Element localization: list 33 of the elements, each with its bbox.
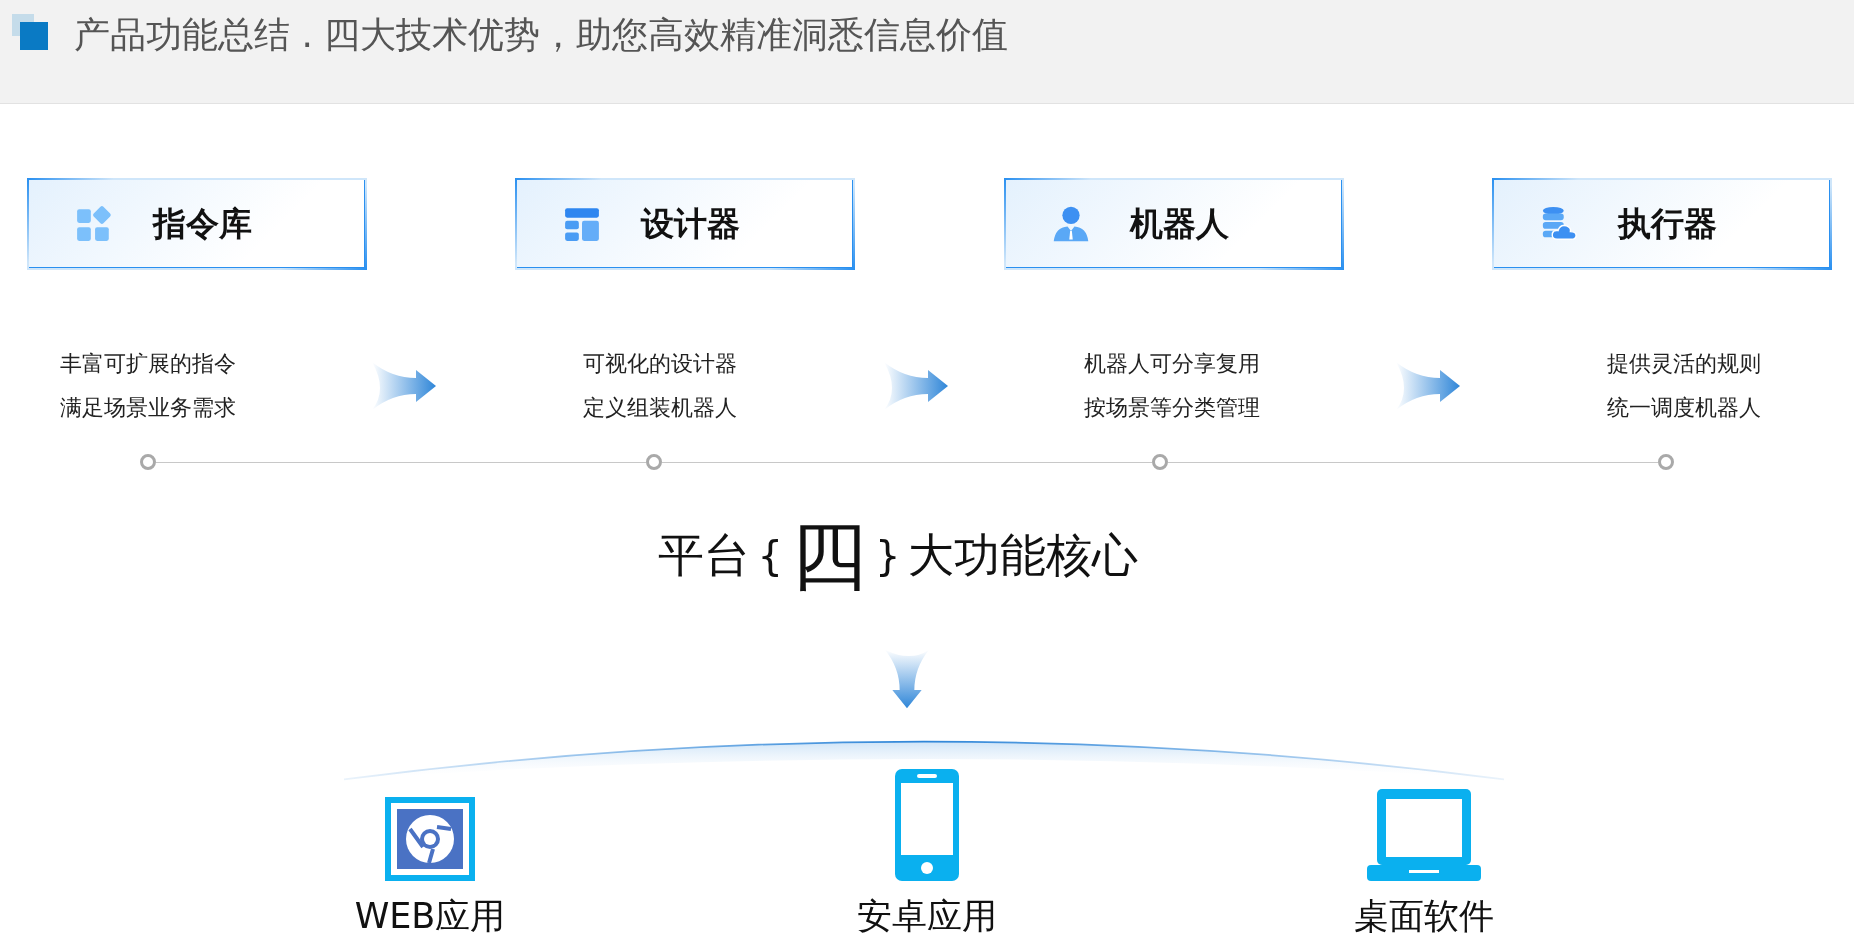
- feature-description: 可视化的设计器: [583, 350, 737, 378]
- feature-title: 设计器: [641, 202, 741, 245]
- timeline-dot: [1152, 454, 1168, 470]
- user-icon: [1051, 205, 1090, 243]
- timeline-dot: [1658, 454, 1674, 470]
- feature-description: 按场景等分类管理: [1084, 394, 1260, 422]
- down-arrow-icon: [885, 649, 929, 709]
- squares-icon: [12, 14, 48, 50]
- feature-description: 满足场景业务需求: [60, 394, 236, 422]
- phone-icon: [895, 769, 959, 881]
- laptop-icon: [1367, 789, 1481, 881]
- timeline-dot: [646, 454, 662, 470]
- feature-title: 指令库: [153, 202, 252, 245]
- browser-icon: [385, 797, 475, 881]
- grid-icon: [75, 205, 113, 243]
- platform-label: 桌面软件: [1354, 895, 1494, 938]
- right-arrow-icon: [372, 362, 436, 410]
- platform-label: WEB应用: [354, 895, 506, 938]
- page-title: 产品功能总结 . 四大技术优势，助您高效精准洞悉信息价值: [74, 13, 1009, 57]
- feature-description: 定义组装机器人: [583, 394, 737, 422]
- database-cloud-icon: [1540, 205, 1578, 243]
- right-arrow-icon: [1396, 362, 1460, 410]
- feature-title: 机器人: [1129, 202, 1229, 245]
- feature-description: 统一调度机器人: [1607, 394, 1761, 422]
- right-arrow-icon: [884, 362, 948, 410]
- feature-description: 提供灵活的规则: [1607, 350, 1761, 378]
- feature-description: 机器人可分享复用: [1084, 350, 1260, 378]
- feature-description: 丰富可扩展的指令: [60, 350, 236, 378]
- core-heading: 平台 {四} 大功能核心: [657, 516, 1139, 596]
- feature-title: 执行器: [1618, 202, 1717, 245]
- platform-label: 安卓应用: [857, 895, 997, 938]
- layout-icon: [563, 205, 602, 243]
- timeline-dot: [140, 454, 156, 470]
